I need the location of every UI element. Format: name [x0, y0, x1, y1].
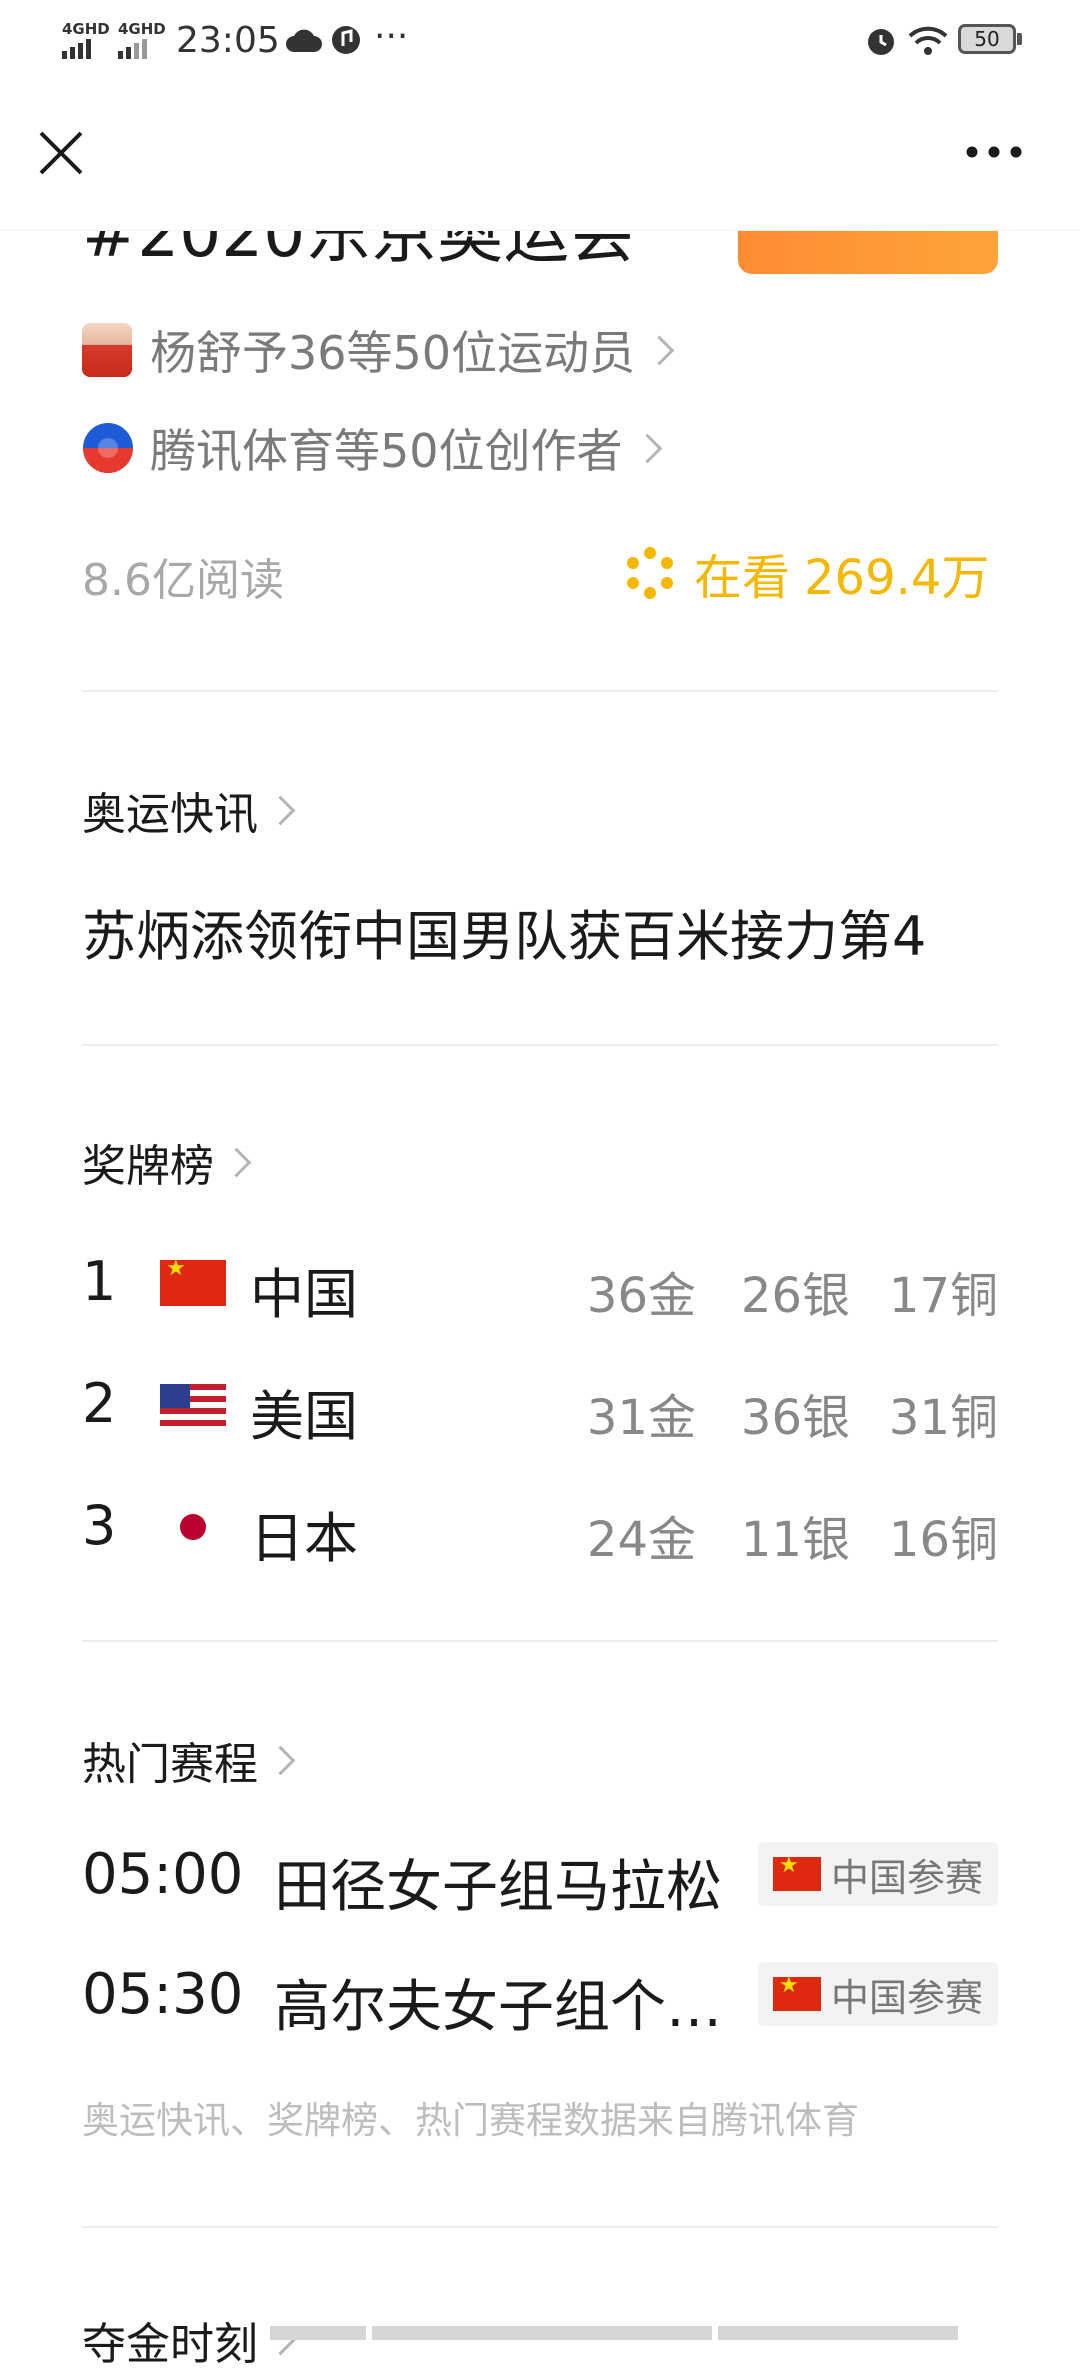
divider — [82, 1640, 998, 1642]
usa-flag-icon — [160, 1384, 226, 1430]
china-participating-badge: 中国参赛 — [758, 1962, 998, 2026]
data-source-note: 奥运快讯、奖牌榜、热门赛程数据来自腾讯体育 — [82, 2099, 859, 2142]
chevron-right-icon — [265, 795, 296, 825]
athletes-row[interactable]: 杨舒予36等50位运动员 — [82, 320, 675, 380]
news-headline[interactable]: 苏炳添领衔中国男队获百米接力第4 — [82, 892, 926, 971]
divider — [82, 1044, 998, 1046]
thumbnail-placeholder[interactable] — [372, 2326, 712, 2340]
tencent-sports-logo — [83, 423, 133, 473]
china-flag-icon — [772, 1853, 821, 1891]
news-section-header[interactable]: 奥运快讯 — [82, 778, 296, 842]
schedule-section-header[interactable]: 热门赛程 — [82, 1728, 296, 1792]
chevron-right-icon — [221, 1147, 252, 1177]
thumbnail-placeholder[interactable] — [270, 2326, 366, 2340]
divider — [82, 2226, 998, 2228]
top-nav-bar — [0, 86, 1080, 230]
thumbnail-placeholder[interactable] — [718, 2326, 958, 2340]
battery-tip — [1017, 33, 1022, 45]
status-more: ··· — [374, 16, 409, 57]
athlete-avatar — [82, 323, 132, 377]
signal-indicator-1: 4GHD — [62, 22, 110, 63]
music-icon — [332, 26, 360, 54]
china-flag-icon — [772, 1973, 821, 2011]
schedule-item[interactable]: 05:30 高尔夫女子组个… 中国参赛 — [82, 1962, 998, 2040]
chevron-right-icon — [644, 335, 675, 365]
chevron-right-icon — [632, 433, 662, 463]
medal-row-china[interactable]: 1 中国 36金 26银 17铜 — [82, 1250, 998, 1330]
clock: 23:05 — [176, 20, 280, 61]
watching-icon — [627, 547, 673, 599]
signal-indicator-2: 4GHD — [118, 22, 166, 63]
medal-row-usa[interactable]: 2 美国 31金 36银 31铜 — [82, 1372, 998, 1452]
creators-row[interactable]: 腾讯体育等50位创作者 — [82, 418, 662, 478]
medal-row-japan[interactable]: 3 日本 24金 11银 16铜 — [82, 1494, 998, 1574]
japan-flag-icon — [160, 1504, 226, 1550]
gold-moments-section-header[interactable]: 夺金时刻 — [82, 2308, 296, 2372]
close-icon[interactable] — [38, 130, 84, 176]
wifi-icon — [908, 26, 948, 55]
battery-icon: 50 — [958, 24, 1016, 54]
china-participating-badge: 中国参赛 — [758, 1842, 998, 1906]
schedule-item[interactable]: 05:00 田径女子组马拉松 中国参赛 — [82, 1842, 998, 1920]
cloud-icon — [286, 29, 322, 52]
signal-bars-icon — [118, 39, 147, 59]
divider — [82, 690, 998, 692]
chevron-right-icon — [265, 1745, 296, 1775]
status-bar: 4GHD 4GHD 23:05 ··· 50 — [0, 0, 1080, 86]
china-flag-icon — [160, 1256, 226, 1306]
medals-section-header[interactable]: 奖牌榜 — [82, 1130, 252, 1194]
watching-stat: 在看 269.4万 — [622, 538, 989, 608]
signal-bars-icon — [62, 39, 91, 59]
alarm-icon — [868, 29, 894, 55]
more-icon[interactable] — [966, 144, 1022, 160]
read-count: 8.6亿阅读 — [82, 555, 284, 606]
